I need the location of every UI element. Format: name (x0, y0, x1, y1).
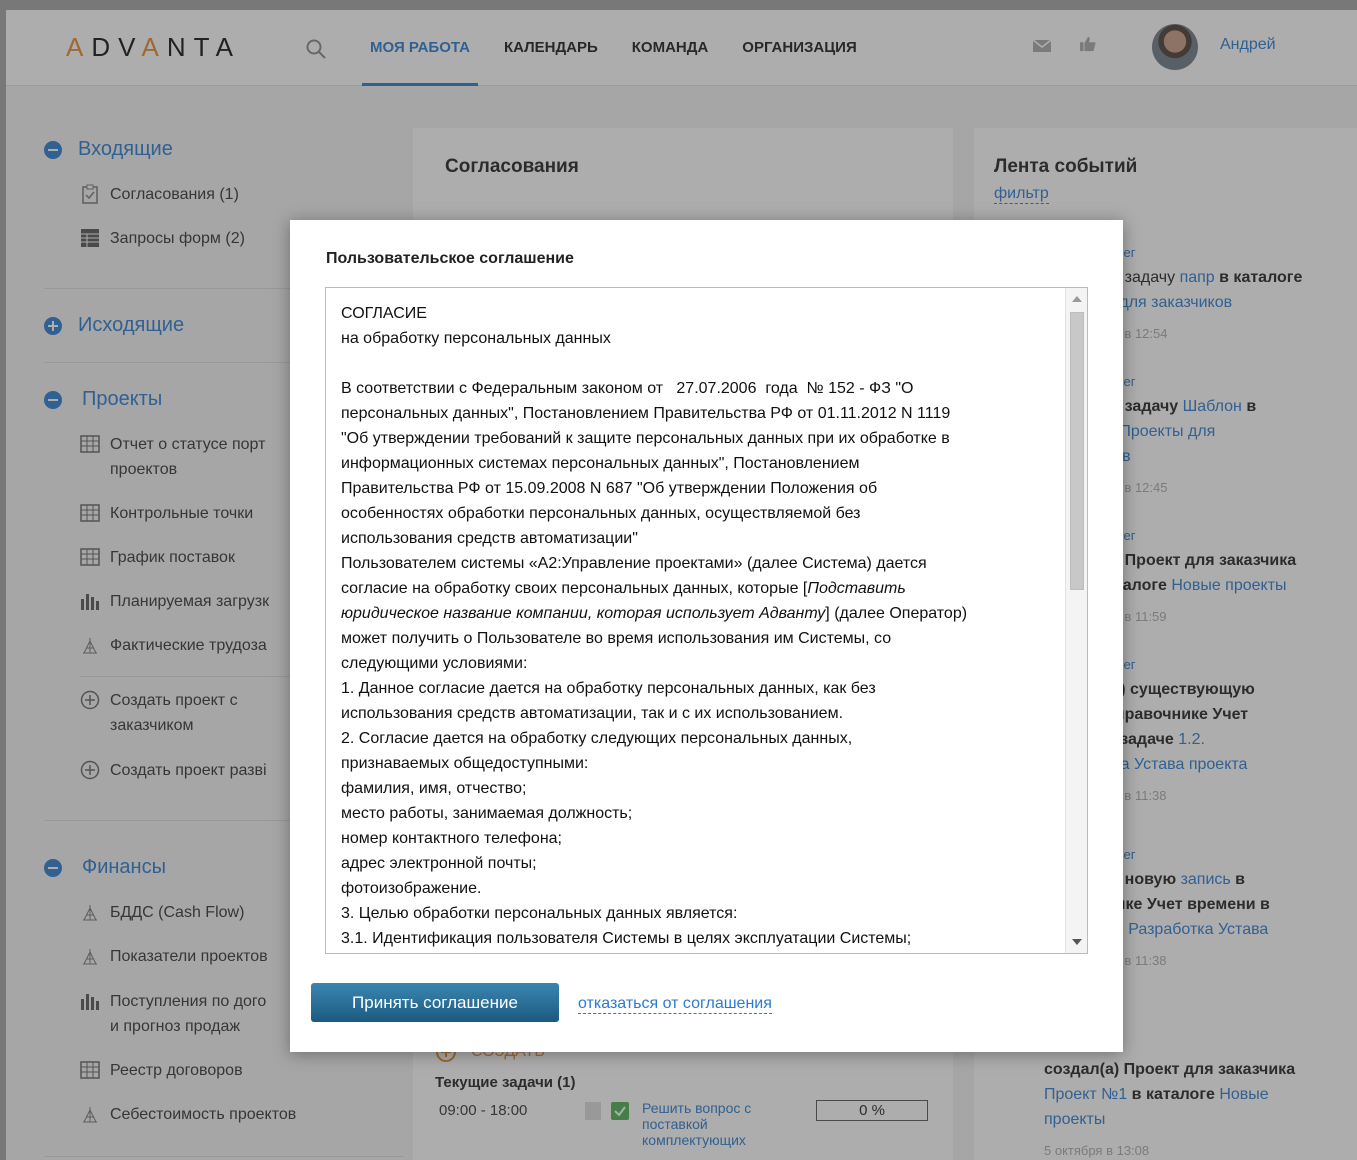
dialog-title: Пользовательское соглашение (326, 250, 574, 267)
agreement-line: фотоизображение. (341, 880, 482, 897)
agreement-line: В соответствии с Федеральным законом от … (341, 380, 914, 397)
accept-agreement-button[interactable]: Принять соглашение (311, 983, 559, 1022)
agreement-textarea[interactable]: СОГЛАСИЕ на обработку персональных данных… (325, 287, 1088, 954)
agreement-line: особенностях обработки персональных данн… (341, 505, 861, 522)
agreement-line: номер контактного телефона; (341, 830, 562, 847)
agreement-line: юридическое название компании, которая и… (341, 605, 968, 622)
agreement-line: 2. Согласие дается на обработку следующи… (341, 730, 853, 747)
user-agreement-dialog: Пользовательское соглашение СОГЛАСИЕ на о… (290, 220, 1123, 1052)
agreement-line: признаваемых общедоступными: (341, 755, 589, 772)
agreement-line: СОГЛАСИЕ (341, 305, 427, 322)
agreement-line: "Об утверждении требований к защите перс… (341, 430, 950, 447)
agreement-line: 3. Целью обработки персональных данных я… (341, 905, 738, 922)
agreement-line: может получить о Пользователе во время и… (341, 630, 892, 647)
agreement-line: информационных системах персональных дан… (341, 455, 860, 472)
agreement-line: на обработку персональных данных (341, 330, 611, 347)
agreement-line: 3.1. Идентификация пользователя Системы … (341, 930, 912, 947)
agreement-line (341, 351, 1061, 376)
agreement-line: следующими условиями: (341, 655, 528, 672)
textarea-scrollbar[interactable] (1065, 288, 1087, 953)
scrollbar-thumb[interactable] (1070, 312, 1084, 590)
agreement-line: 1. Данное согласие дается на обработку п… (341, 680, 876, 697)
agreement-line: использования средств автоматизации, так… (341, 705, 844, 722)
agreement-line: место работы, занимаемая должность; (341, 805, 633, 822)
agreement-line: фамилия, имя, отчество; (341, 780, 527, 797)
scroll-up-arrow-icon[interactable] (1072, 296, 1082, 302)
agreement-line: адрес электронной почты; (341, 855, 537, 872)
scroll-down-arrow-icon[interactable] (1072, 939, 1082, 945)
agreement-line: персональных данных", Постановлением Пра… (341, 405, 951, 422)
agreement-line: Пользователем системы «А2:Управление про… (341, 555, 927, 572)
agreement-line: Правительства РФ от 15.09.2008 N 687 "Об… (341, 480, 878, 497)
agreement-line: использования средств автоматизации" (341, 530, 638, 547)
agreement-line: согласие на обработку своих персональных… (341, 580, 906, 597)
decline-agreement-link[interactable]: отказаться от соглашения (578, 995, 772, 1014)
agreement-text: СОГЛАСИЕ на обработку персональных данных… (341, 301, 1061, 951)
